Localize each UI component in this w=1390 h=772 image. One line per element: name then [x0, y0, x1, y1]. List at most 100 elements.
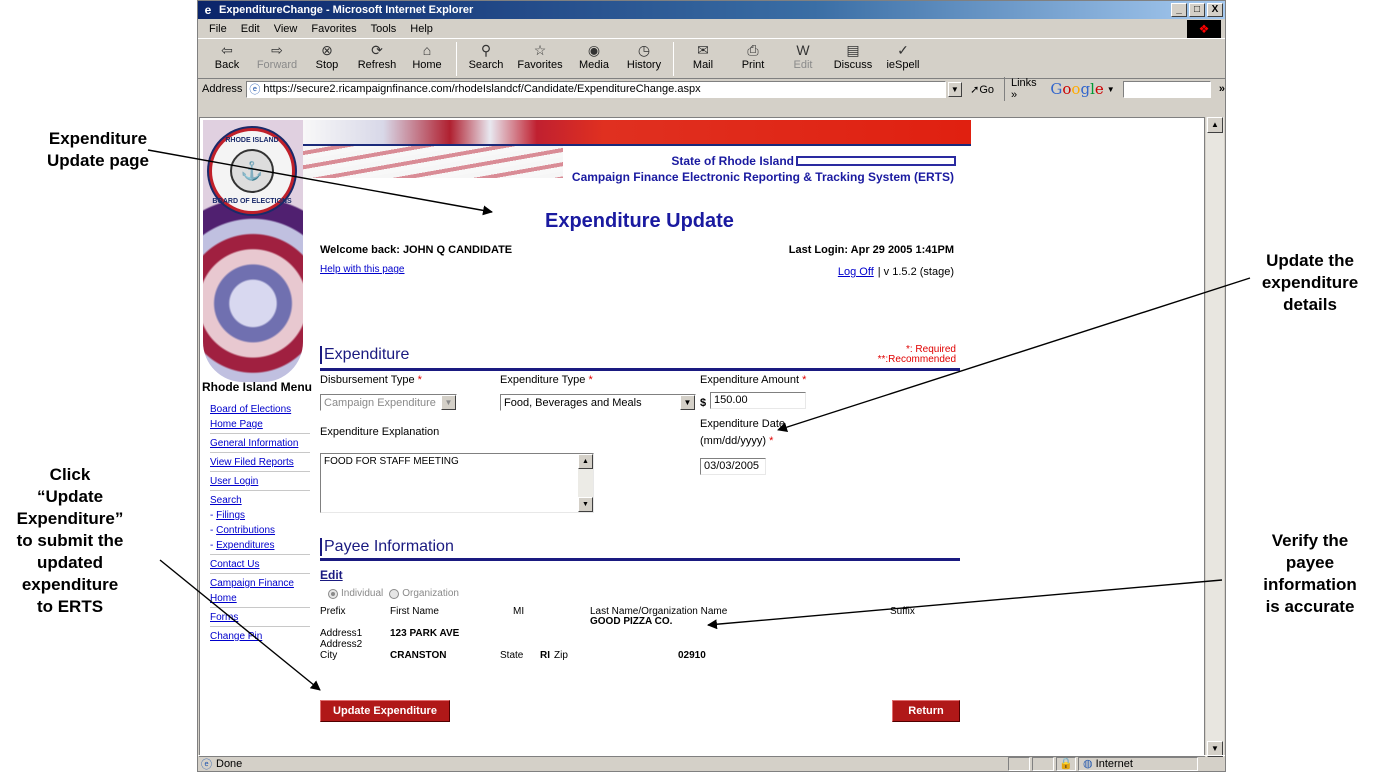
address2-label: Address2: [320, 639, 363, 650]
menu-divider: [210, 607, 310, 608]
lock-icon: 🔒: [1056, 756, 1076, 771]
google-dropdown-icon[interactable]: ▼: [1107, 85, 1115, 94]
menu-expenditures-link[interactable]: Expenditures: [216, 540, 274, 551]
menu-divider: [210, 626, 310, 627]
expenditure-amount-input[interactable]: 150.00: [710, 392, 806, 409]
expenditure-type-value: Food, Beverages and Meals: [504, 396, 642, 409]
media-icon: ◉: [587, 42, 601, 58]
zip-label: Zip: [554, 650, 568, 661]
left-menu: Board of Elections Home Page General Inf…: [210, 402, 310, 644]
edit-label: Edit: [793, 59, 813, 71]
toolbar-overflow-icon[interactable]: »: [1219, 83, 1225, 95]
menu-edit[interactable]: Edit: [234, 23, 267, 35]
menu-file[interactable]: File: [202, 23, 234, 35]
home-button[interactable]: ⌂ Home: [402, 39, 452, 71]
forward-button[interactable]: ⇨ Forward: [252, 39, 302, 71]
menu-expenditures-item[interactable]: - Expenditures: [210, 538, 310, 553]
mi-label: MI: [513, 606, 525, 617]
favorites-button[interactable]: ☆ Favorites: [511, 39, 569, 71]
last-login-text: Last Login: Apr 29 2005 1:41PM: [788, 244, 954, 256]
recommended-note: **:Recommended: [877, 354, 956, 365]
discuss-button[interactable]: ▤ Discuss: [828, 39, 878, 71]
refresh-button[interactable]: ⟳ Refresh: [352, 39, 402, 71]
menu-filings-item[interactable]: - Filings: [210, 508, 310, 523]
menu-change-pin-link[interactable]: Change Pin: [210, 629, 310, 644]
forward-label: Forward: [256, 59, 298, 71]
close-button[interactable]: X: [1207, 3, 1223, 17]
minimize-button[interactable]: _: [1171, 3, 1187, 17]
help-link[interactable]: Help with this page: [320, 264, 405, 275]
menu-filings-link[interactable]: Filings: [216, 510, 245, 521]
stop-button[interactable]: ⊗ Stop: [302, 39, 352, 71]
edit-button[interactable]: W Edit: [778, 39, 828, 71]
print-button[interactable]: ⎙ Print: [728, 39, 778, 71]
individual-radio[interactable]: [328, 588, 338, 599]
menu-contributions-link[interactable]: Contributions: [216, 525, 275, 536]
address1-label: Address1: [320, 628, 363, 639]
back-button[interactable]: ⇦ Back: [202, 39, 252, 71]
organization-radio[interactable]: [389, 588, 400, 599]
google-search-input[interactable]: [1122, 80, 1211, 98]
expenditure-explanation-textarea[interactable]: FOOD FOR STAFF MEETING ▲ ▼: [320, 453, 594, 513]
seal-top-text: RHODE ISLAND: [225, 137, 279, 144]
scroll-up-icon[interactable]: ▲: [1207, 117, 1223, 133]
return-button[interactable]: Return: [892, 700, 960, 722]
expenditure-amount-label-text: Expenditure Amount: [700, 374, 800, 386]
scroll-up-icon[interactable]: ▲: [578, 454, 593, 469]
expenditure-type-select[interactable]: Food, Beverages and Meals ▼: [500, 394, 696, 411]
menu-forms-link[interactable]: Forms: [210, 610, 310, 625]
city-value: CRANSTON: [390, 650, 447, 661]
mail-icon: ✉: [697, 42, 709, 58]
date-format-label: (mm/dd/yyyy) *: [700, 435, 773, 447]
menu-view[interactable]: View: [267, 23, 305, 35]
callout-expenditure-update-page: Expenditure Update page: [46, 129, 150, 170]
media-label: Media: [579, 59, 609, 71]
maximize-button[interactable]: □: [1189, 3, 1205, 17]
mail-label: Mail: [692, 59, 714, 71]
menu-favorites[interactable]: Favorites: [304, 23, 363, 35]
menu-divider: [210, 452, 310, 453]
favorites-label: Favorites: [517, 59, 563, 71]
status-page-icon: ⓔ: [201, 758, 212, 771]
menu-contributions-item[interactable]: - Contributions: [210, 523, 310, 538]
go-button[interactable]: ➚Go: [970, 83, 994, 96]
menu-tools[interactable]: Tools: [364, 23, 404, 35]
disbursement-type-select[interactable]: Campaign Expenditure ▼: [320, 394, 457, 411]
links-button[interactable]: Links »: [1004, 77, 1044, 101]
expenditure-date-input[interactable]: 03/03/2005: [700, 458, 766, 475]
refresh-icon: ⟳: [371, 42, 383, 58]
media-button[interactable]: ◉ Media: [569, 39, 619, 71]
menu-help[interactable]: Help: [403, 23, 440, 35]
textarea-scrollbar[interactable]: ▲ ▼: [578, 454, 593, 512]
logoff-link[interactable]: Log Off: [838, 266, 874, 278]
menu-campaign-finance-home-link[interactable]: Home: [210, 591, 310, 606]
mail-button[interactable]: ✉ Mail: [678, 39, 728, 71]
stop-icon: ⊗: [321, 42, 333, 58]
address-input[interactable]: ⓔ https://secure2.ricampaignfinance.com/…: [246, 80, 946, 98]
home-label: Home: [412, 59, 442, 71]
back-arrow-icon: ⇦: [221, 42, 233, 58]
page-scrollbar[interactable]: ▲ ▼: [1206, 117, 1224, 757]
search-button[interactable]: ⚲ Search: [461, 39, 511, 71]
currency-symbol: $: [700, 397, 707, 409]
ie-logo-icon: e: [204, 3, 212, 17]
prefix-label: Prefix: [320, 606, 346, 617]
welcome-text: Welcome back: JOHN Q CANDIDATE: [320, 244, 513, 256]
menu-search-link[interactable]: Search: [210, 493, 310, 508]
seal-emblem-icon: ⚓: [230, 149, 274, 193]
iespell-button[interactable]: ✓ ieSpell: [878, 39, 928, 71]
expenditure-type-label-text: Expenditure Type: [500, 374, 586, 386]
address-dropdown-button[interactable]: ▼: [947, 81, 963, 97]
menu-view-filed-reports-link[interactable]: View Filed Reports: [210, 455, 310, 470]
menu-general-information-link[interactable]: General Information: [210, 436, 310, 451]
menu-campaign-finance-link[interactable]: Campaign Finance: [210, 576, 310, 591]
payee-edit-link[interactable]: Edit: [320, 568, 343, 582]
menu-user-login-link[interactable]: User Login: [210, 474, 310, 489]
menu-board-of-elections-link[interactable]: Board of Elections: [210, 402, 310, 417]
history-button[interactable]: ◷ History: [619, 39, 669, 71]
scroll-down-icon[interactable]: ▼: [578, 497, 593, 512]
menu-contact-us-link[interactable]: Contact Us: [210, 557, 310, 572]
update-expenditure-button[interactable]: Update Expenditure: [320, 700, 450, 722]
menu-board-home-link[interactable]: Home Page: [210, 417, 310, 432]
history-icon: ◷: [637, 42, 651, 58]
